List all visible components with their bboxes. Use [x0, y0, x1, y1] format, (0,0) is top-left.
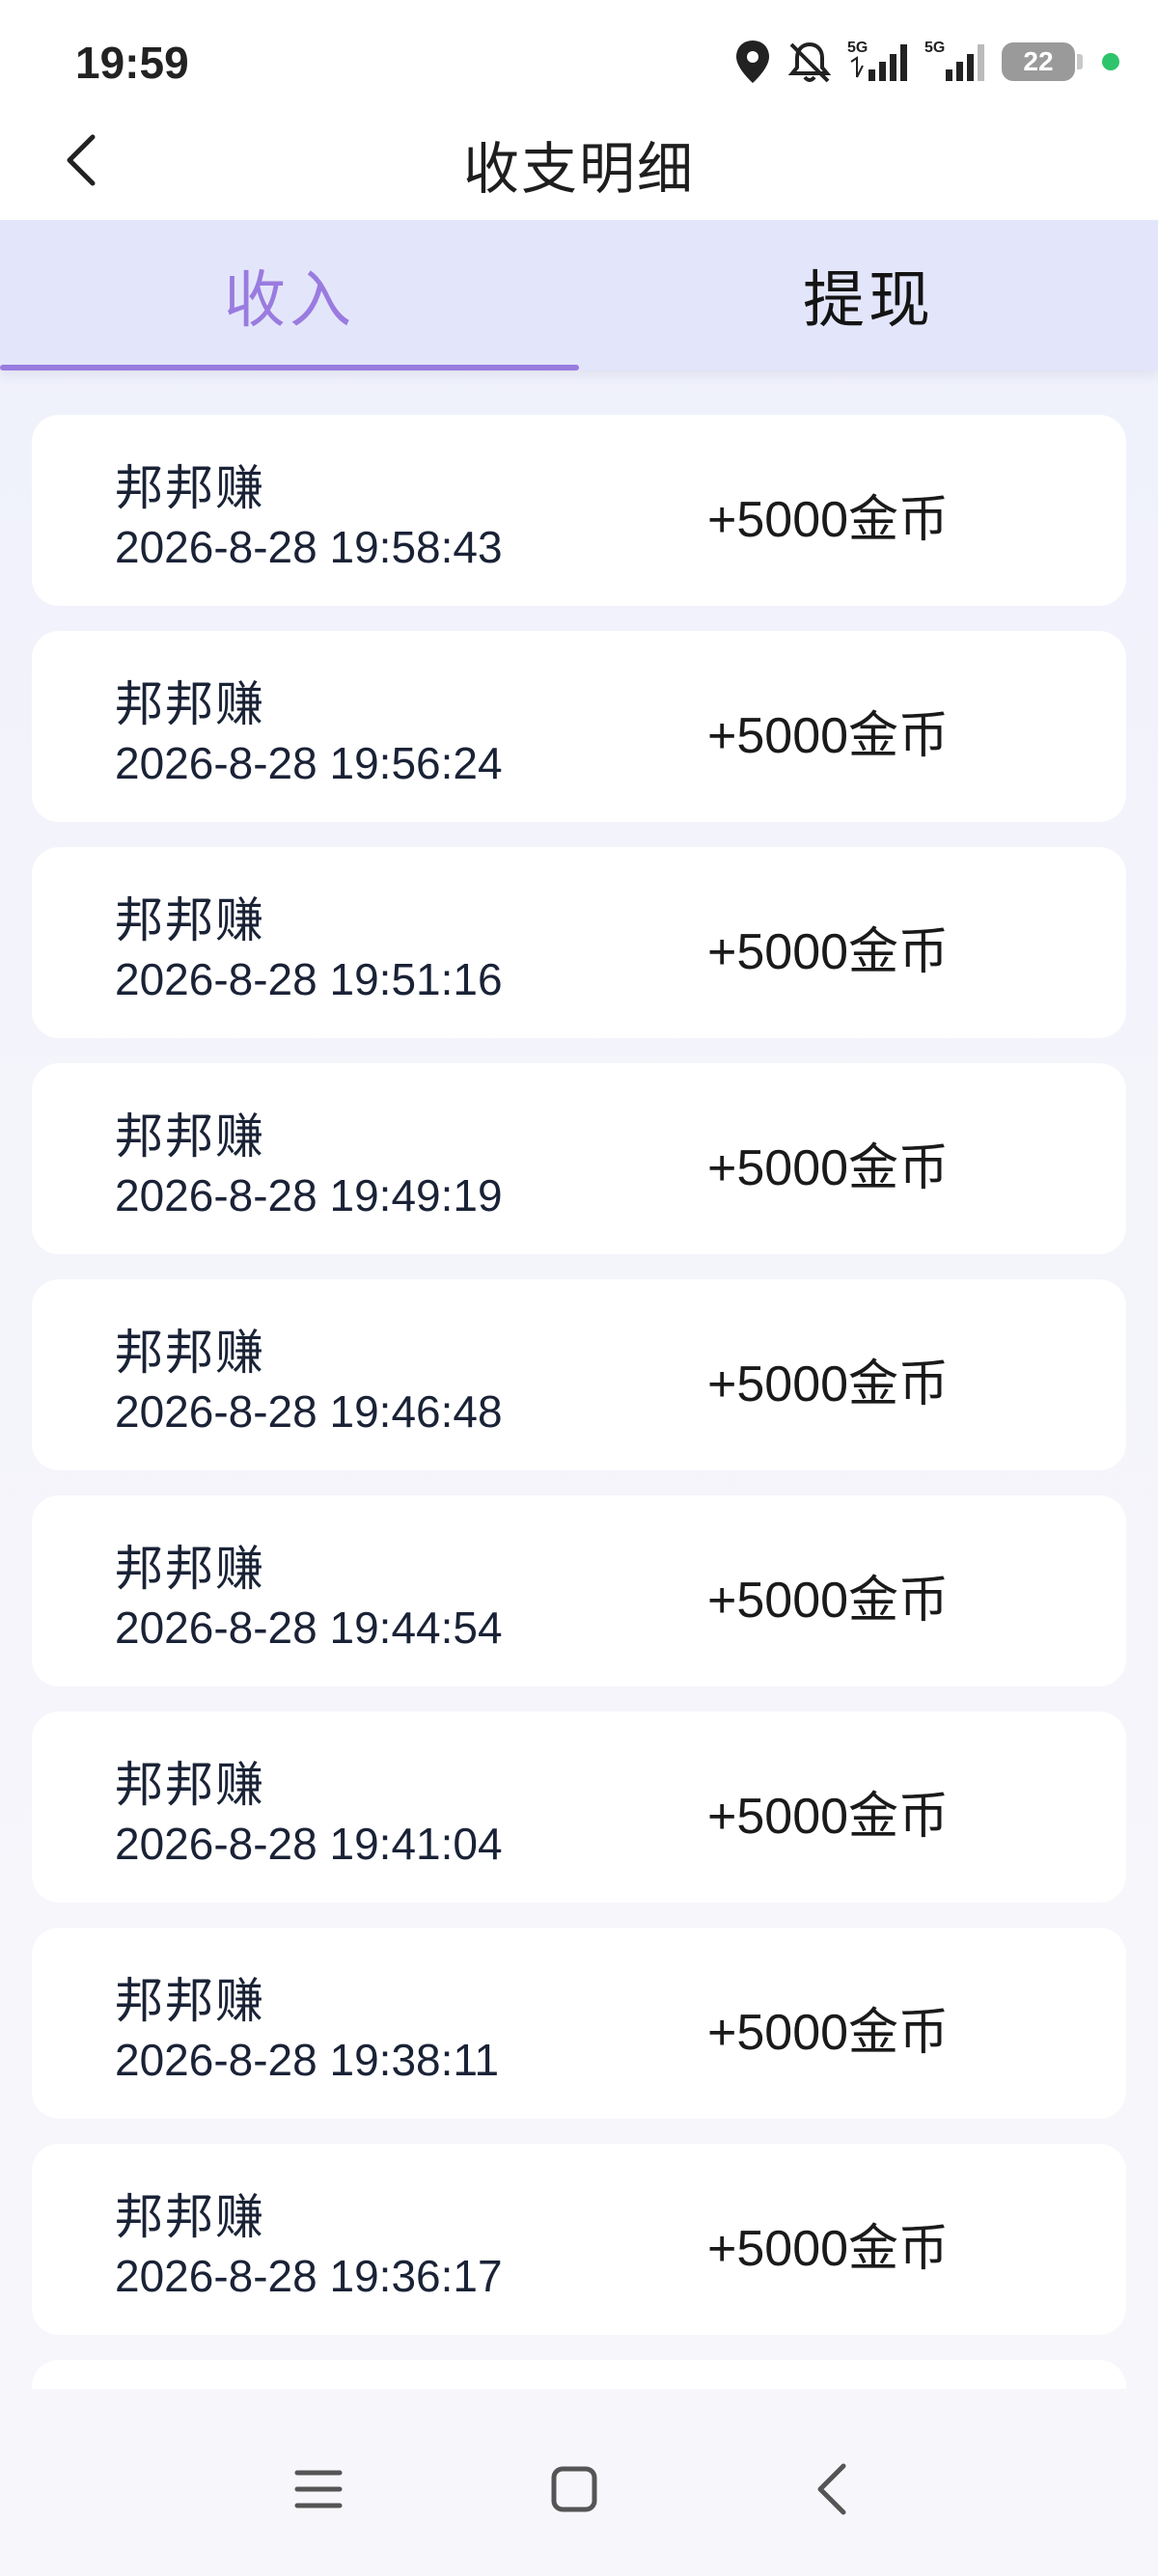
record-source: 邦邦赚	[115, 1541, 265, 1597]
status-icons: 5G 5G 22	[733, 37, 1119, 87]
record-time: 2026-8-28 19:56:24	[115, 738, 503, 788]
record-amount: +5000金币	[707, 2221, 950, 2277]
record-amount: +5000金币	[707, 1573, 950, 1629]
header: 收支明细	[0, 106, 1158, 220]
record-source: 邦邦赚	[115, 1757, 265, 1813]
battery-icon: 22	[1002, 42, 1083, 81]
record-time: 2026-8-28 19:44:54	[115, 1603, 503, 1653]
record-time: 2026-8-28 19:49:19	[115, 1170, 503, 1220]
charging-dot-icon	[1102, 53, 1119, 70]
mute-icon	[786, 39, 834, 85]
record-amount: +5000金币	[707, 2005, 950, 2061]
tab-income[interactable]: 收入	[0, 220, 579, 370]
tab-withdraw-label: 提现	[803, 265, 934, 337]
network-label-2: 5G	[924, 40, 945, 56]
signal-icon: 5G	[924, 39, 988, 85]
home-icon	[551, 2466, 597, 2512]
list-item[interactable]: 邦邦赚 2026-8-28 19:38:11 +5000金币	[32, 1928, 1126, 2119]
signal-icon: 5G	[847, 39, 911, 85]
record-source: 邦邦赚	[115, 892, 265, 948]
tab-bar: 收入 提现	[0, 220, 1158, 370]
record-source: 邦邦赚	[115, 1973, 265, 2029]
record-time: 2026-8-28 19:41:04	[115, 1819, 503, 1869]
record-source: 邦邦赚	[115, 676, 265, 732]
record-source: 邦邦赚	[115, 2189, 265, 2245]
list-item[interactable]: 邦邦赚 2026-8-28 19:44:54 +5000金币	[32, 1495, 1126, 1686]
list-item[interactable]: 邦邦赚 2026-8-28 19:51:16 +5000金币	[32, 847, 1126, 1038]
status-time: 19:59	[75, 38, 189, 88]
record-source: 邦邦赚	[115, 460, 265, 516]
record-amount: +5000金币	[707, 1357, 950, 1412]
record-time: 2026-8-28 19:58:43	[115, 522, 503, 572]
list-item[interactable]: 邦邦赚 2026-8-28 19:58:43 +5000金币	[32, 415, 1126, 606]
record-source: 邦邦赚	[115, 1325, 265, 1381]
location-icon	[733, 39, 772, 85]
record-time: 2026-8-28 19:36:17	[115, 2251, 503, 2301]
back-icon	[817, 2463, 846, 2515]
tab-withdraw[interactable]: 提现	[579, 220, 1158, 370]
menu-button[interactable]	[288, 2458, 349, 2520]
list-item[interactable]: 邦邦赚 2026-8-28 19:41:04 +5000金币	[32, 1712, 1126, 1903]
page-title: 收支明细	[462, 136, 695, 202]
record-time: 2026-8-28 19:38:11	[115, 2035, 500, 2085]
network-label-1: 5G	[847, 40, 868, 56]
record-time: 2026-8-28 19:51:16	[115, 954, 503, 1004]
record-time: 2026-8-28 19:46:48	[115, 1386, 503, 1437]
tab-income-label: 收入	[224, 265, 355, 337]
record-amount: +5000金币	[707, 708, 950, 764]
record-amount: +5000金币	[707, 1789, 950, 1845]
record-amount: +5000金币	[707, 492, 950, 548]
system-back-button[interactable]	[801, 2458, 863, 2520]
record-source: 邦邦赚	[115, 1109, 265, 1165]
status-bar: 19:59 5G 5G 22	[0, 0, 1158, 106]
home-button[interactable]	[543, 2458, 605, 2520]
menu-icon	[294, 2470, 343, 2508]
record-amount: +5000金币	[707, 924, 950, 980]
list-item[interactable]: 邦邦赚 2026-8-28 19:49:19 +5000金币	[32, 1063, 1126, 1254]
list-item[interactable]: 邦邦赚 2026-8-28 19:46:48 +5000金币	[32, 1279, 1126, 1470]
tab-active-indicator	[0, 365, 579, 370]
record-list: 邦邦赚 2026-8-28 19:58:43 +5000金币 邦邦赚 2026-…	[32, 415, 1126, 2414]
list-item[interactable]: 邦邦赚 2026-8-28 19:36:17 +5000金币	[32, 2144, 1126, 2335]
record-amount: +5000金币	[707, 1140, 950, 1196]
list-item-partial[interactable]	[32, 2360, 1126, 2389]
list-item[interactable]: 邦邦赚 2026-8-28 19:56:24 +5000金币	[32, 631, 1126, 822]
